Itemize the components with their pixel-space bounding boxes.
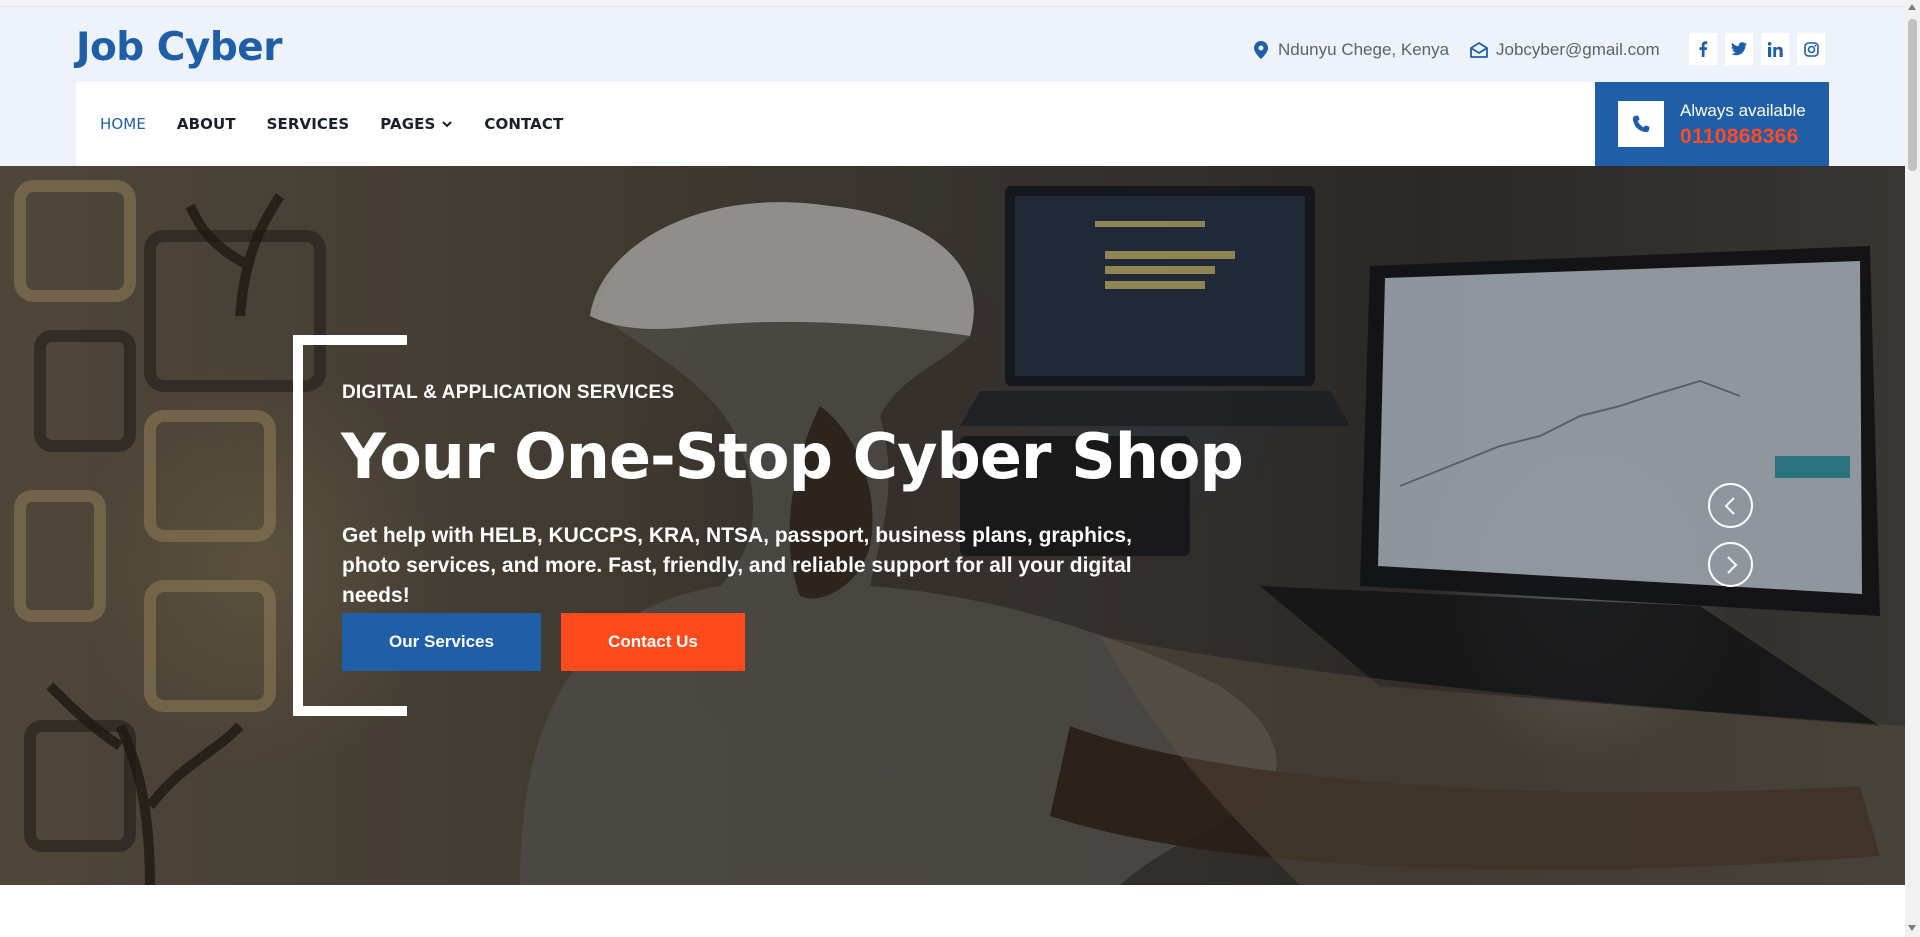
carousel-prev-button[interactable] xyxy=(1708,483,1753,528)
nav-contact[interactable]: CONTACT xyxy=(484,115,563,133)
nav-home[interactable]: HOME xyxy=(100,115,146,133)
scroll-down-arrow-icon[interactable] xyxy=(1908,925,1916,931)
twitter-icon[interactable] xyxy=(1725,33,1753,65)
hero-slider: DIGITAL & APPLICATION SERVICES Your One-… xyxy=(0,166,1905,885)
chevron-right-icon xyxy=(1726,555,1737,574)
email-text[interactable]: Jobcyber@gmail.com xyxy=(1496,40,1660,60)
phone-icon xyxy=(1618,101,1664,147)
facebook-icon[interactable] xyxy=(1689,33,1717,65)
envelope-icon xyxy=(1470,41,1488,59)
location-text: Ndunyu Chege, Kenya xyxy=(1278,40,1450,59)
chevron-left-icon xyxy=(1724,496,1735,515)
instagram-icon[interactable] xyxy=(1797,33,1825,65)
scroll-up-arrow-icon[interactable] xyxy=(1908,4,1916,10)
map-pin-icon xyxy=(1252,41,1270,59)
brand-logo[interactable]: Job Cyber xyxy=(76,25,282,70)
location-info: Ndunyu Chege, Kenya xyxy=(1252,33,1449,67)
site-header: Job Cyber Ndunyu Chege, Kenya Jobcyber@g… xyxy=(0,7,1905,166)
call-label: Always available xyxy=(1680,101,1806,120)
nav-pages[interactable]: PAGES xyxy=(380,115,453,133)
social-links xyxy=(1689,33,1825,65)
call-box[interactable]: Always available 0110868366 xyxy=(1595,82,1829,166)
hero-title: Your One-Stop Cyber Shop xyxy=(341,420,1244,493)
nav-about[interactable]: ABOUT xyxy=(177,115,236,133)
linkedin-icon[interactable] xyxy=(1761,33,1789,65)
hero-description: Get help with HELB, KUCCPS, KRA, NTSA, p… xyxy=(342,524,1132,607)
hero-eyebrow: DIGITAL & APPLICATION SERVICES xyxy=(342,382,675,403)
carousel-next-button[interactable] xyxy=(1708,542,1753,587)
main-nav: HOME ABOUT SERVICES PAGES CONTACT xyxy=(76,82,1595,166)
contact-us-button[interactable]: Contact Us xyxy=(561,613,745,671)
top-border xyxy=(0,0,1905,7)
phone-number[interactable]: 0110868366 xyxy=(1680,125,1799,149)
nav-pages-label: PAGES xyxy=(380,115,436,133)
email-info[interactable]: Jobcyber@gmail.com xyxy=(1470,33,1660,67)
chevron-down-icon xyxy=(441,118,453,130)
our-services-button[interactable]: Our Services xyxy=(342,613,541,671)
nav-services[interactable]: SERVICES xyxy=(267,115,350,133)
page-scrollbar[interactable] xyxy=(1905,0,1920,937)
scroll-thumb[interactable] xyxy=(1908,19,1917,171)
